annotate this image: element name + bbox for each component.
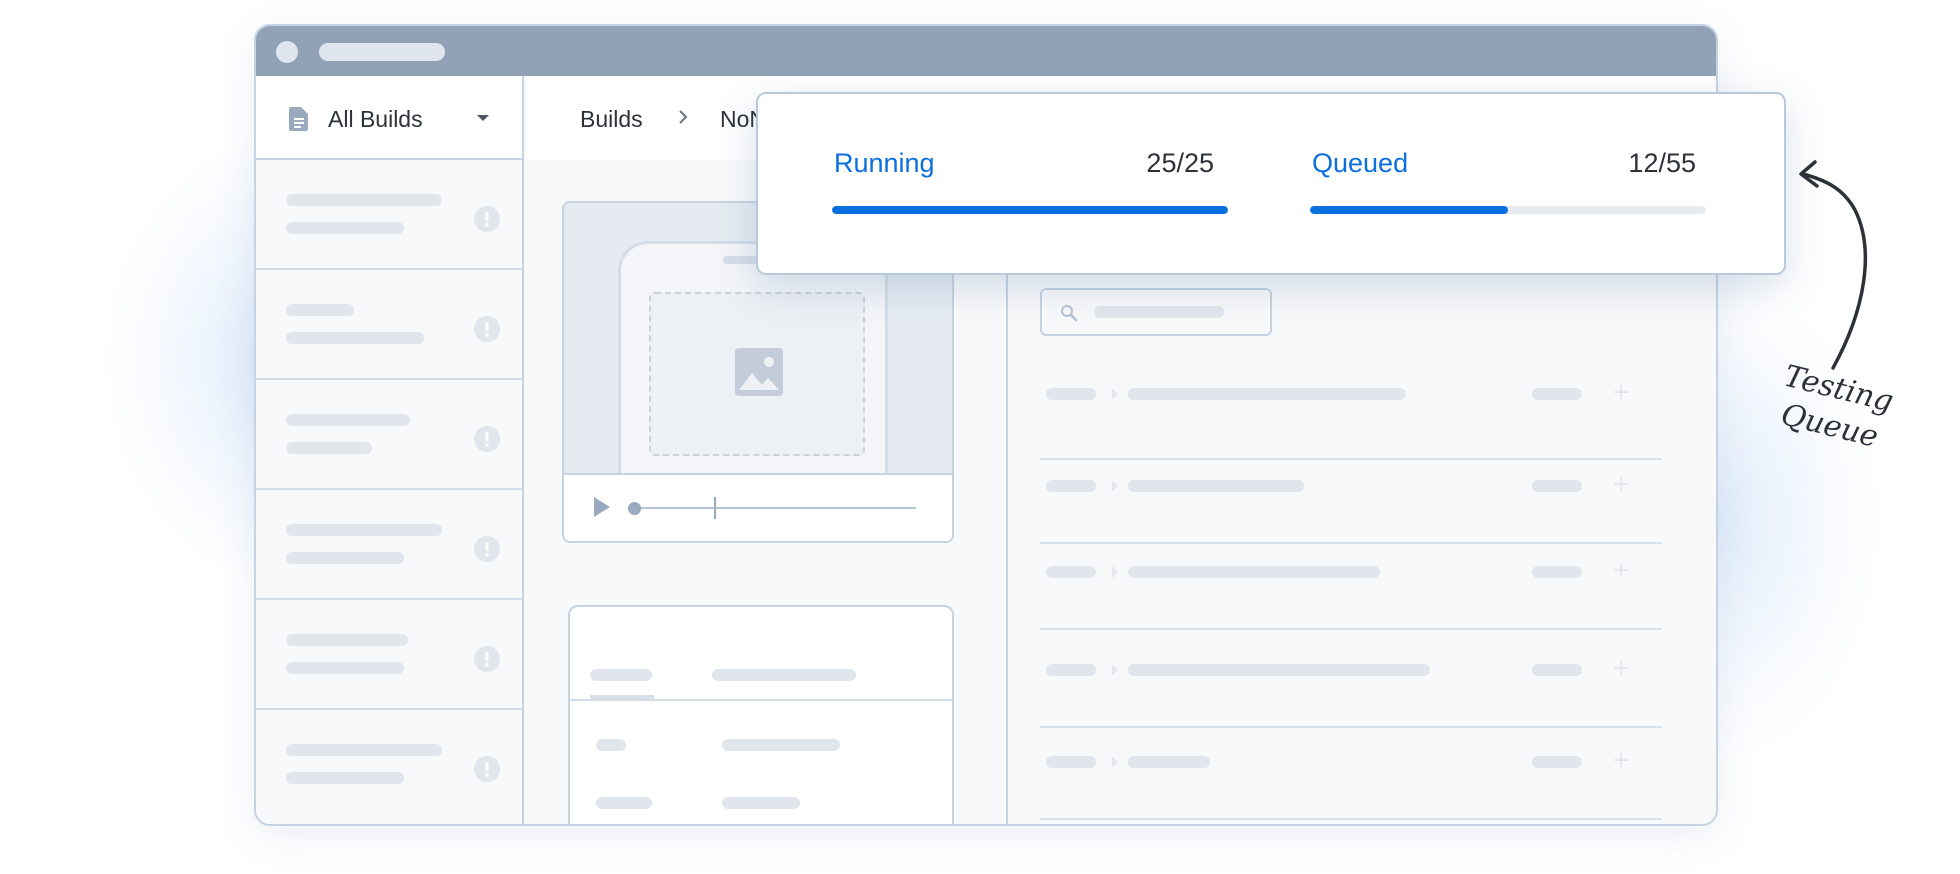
chevron-right-icon (1112, 756, 1118, 768)
video-scrubber-handle[interactable] (628, 502, 641, 515)
sidebar-list-item[interactable] (256, 490, 522, 600)
add-icon[interactable]: + (1612, 474, 1630, 496)
alert-icon (474, 206, 500, 232)
text-placeholder (286, 524, 442, 536)
add-icon[interactable]: + (1612, 658, 1630, 680)
running-progress-bar (832, 206, 1228, 214)
row-divider (1040, 628, 1662, 630)
text-placeholder (286, 744, 442, 756)
add-icon[interactable]: + (1612, 382, 1630, 404)
sidebar-list-item[interactable] (256, 270, 522, 380)
document-icon (289, 107, 308, 131)
search-input[interactable] (1040, 288, 1272, 336)
text-placeholder (1046, 664, 1096, 676)
play-icon[interactable] (592, 495, 612, 519)
queued-count: 12/55 (1628, 148, 1696, 178)
window-control-dot[interactable] (276, 41, 298, 63)
queued-progress-fill (1310, 206, 1508, 214)
build-filter-dropdown[interactable]: All Builds (256, 76, 522, 160)
text-placeholder (286, 552, 404, 564)
column-header-placeholder (712, 669, 856, 681)
running-progress-fill (832, 206, 1228, 214)
sidebar: All Builds (256, 76, 524, 824)
image-icon (735, 348, 783, 396)
text-placeholder (286, 662, 404, 674)
row-divider (1040, 458, 1662, 460)
sidebar-list-item[interactable] (256, 160, 522, 270)
row-divider (1040, 726, 1662, 728)
screenshot-placeholder (649, 292, 865, 456)
sidebar-list-item[interactable] (256, 380, 522, 490)
text-placeholder (1128, 664, 1430, 676)
text-placeholder (286, 442, 372, 454)
video-player-controls (564, 473, 952, 541)
sidebar-list-item[interactable] (256, 710, 522, 820)
details-table-card (568, 605, 954, 824)
running-label: Running (834, 148, 935, 178)
text-placeholder (1532, 756, 1582, 768)
queued-progress-bar (1310, 206, 1706, 214)
row-divider (1040, 542, 1662, 544)
cell-placeholder (596, 797, 652, 809)
chevron-right-icon (679, 110, 688, 124)
cell-placeholder (596, 739, 626, 751)
text-placeholder (1532, 480, 1582, 492)
text-placeholder (286, 194, 442, 206)
window-title-placeholder (319, 43, 445, 61)
queued-label: Queued (1312, 148, 1409, 178)
video-marker (714, 497, 716, 519)
sidebar-list-item[interactable] (256, 600, 522, 710)
caret-down-icon[interactable] (476, 114, 490, 123)
table-header-divider (570, 699, 952, 701)
text-placeholder (1046, 566, 1096, 578)
search-placeholder-text (1094, 306, 1224, 318)
running-count: 25/25 (1146, 148, 1214, 178)
alert-icon (474, 536, 500, 562)
chevron-right-icon (1112, 664, 1118, 676)
video-scrubber-track[interactable] (634, 507, 916, 509)
text-placeholder (1128, 756, 1210, 768)
search-icon (1061, 305, 1078, 322)
text-placeholder (1046, 756, 1096, 768)
text-placeholder (286, 304, 354, 316)
chevron-right-icon (1112, 388, 1118, 400)
chevron-right-icon (1112, 480, 1118, 492)
sidebar-title: All Builds (328, 106, 423, 132)
callout-arrow-icon (1799, 160, 1868, 370)
text-placeholder (286, 414, 410, 426)
cell-placeholder (722, 797, 800, 809)
text-placeholder (1128, 566, 1380, 578)
text-placeholder (286, 332, 424, 344)
cell-placeholder (722, 739, 840, 751)
text-placeholder (1128, 388, 1406, 400)
phone-mockup (618, 241, 888, 481)
title-bar (256, 26, 1716, 76)
text-placeholder (286, 222, 404, 234)
alert-icon (474, 756, 500, 782)
text-placeholder (1532, 388, 1582, 400)
alert-icon (474, 426, 500, 452)
text-placeholder (1532, 664, 1582, 676)
chevron-right-icon (1112, 566, 1118, 578)
alert-icon (474, 646, 500, 672)
alert-icon (474, 316, 500, 342)
text-placeholder (286, 634, 408, 646)
row-divider (1040, 818, 1662, 820)
testing-queue-popover: Running 25/25 Queued 12/55 (756, 92, 1786, 275)
text-placeholder (1046, 480, 1096, 492)
add-icon[interactable]: + (1612, 750, 1630, 772)
add-icon[interactable]: + (1612, 560, 1630, 582)
text-placeholder (286, 772, 404, 784)
column-header-placeholder (590, 669, 652, 681)
text-placeholder (1128, 480, 1304, 492)
text-placeholder (1046, 388, 1096, 400)
breadcrumb-item-builds[interactable]: Builds (580, 106, 643, 133)
text-placeholder (1532, 566, 1582, 578)
